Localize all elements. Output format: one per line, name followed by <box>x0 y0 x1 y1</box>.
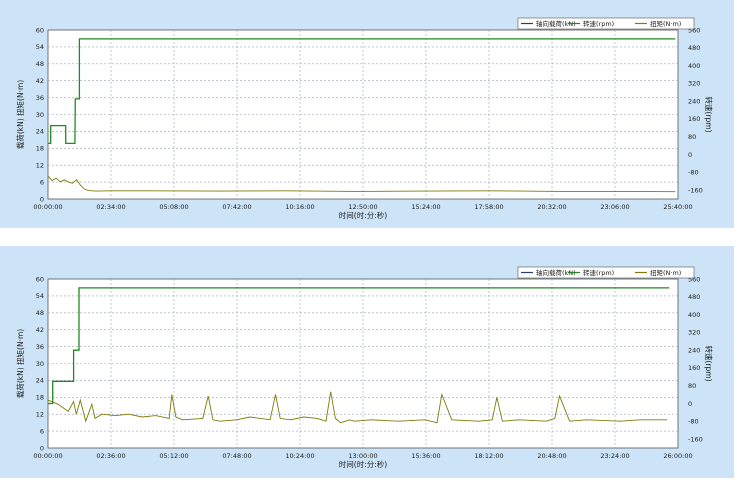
x-tick-label: 12:50:00 <box>348 203 377 211</box>
y2-tick-label: 0 <box>688 151 692 159</box>
y2-tick-label: 400 <box>688 62 700 70</box>
y2-tick-label: -80 <box>688 169 699 177</box>
x-tick-label: 20:32:00 <box>537 203 566 211</box>
y2-tick-label: 160 <box>688 364 700 372</box>
x-tick-label: 02:36:00 <box>96 452 125 460</box>
y-axis-label: 载荷(kN) 扭矩(N·m) <box>15 80 25 149</box>
x-tick-label: 18:12:00 <box>474 452 503 460</box>
y2-tick-label: 80 <box>688 133 696 141</box>
y-tick-label: 48 <box>36 309 44 317</box>
x-tick-label: 23:06:00 <box>600 203 629 211</box>
legend-label: 扭矩(N·m) <box>650 19 681 28</box>
y2-tick-label: 240 <box>688 346 700 354</box>
chart-panel-top: 0 6 12 18 24 30 36 42 48 54 60 00:00:00 02:34:00 05:0… <box>0 0 734 228</box>
y-tick-label: 60 <box>36 275 44 283</box>
legend: 轴向载荷(kN) 转速(rpm) 扭矩(N·m) <box>517 17 695 30</box>
x-tick-label: 13:00:00 <box>348 452 377 460</box>
y2-tick-label: 160 <box>688 115 700 123</box>
x-tick-label: 05:08:00 <box>159 203 188 211</box>
y-tick-label: 54 <box>36 43 44 51</box>
x-tick-label: 00:00:00 <box>33 452 62 460</box>
y2-tick-label: 320 <box>688 80 700 88</box>
y-tick-label: 24 <box>36 377 44 385</box>
y-tick-label: 60 <box>36 26 44 34</box>
chart-panel-bottom: 0 6 12 18 24 30 36 42 48 54 60 00:00:00 02:36:00 05:1… <box>0 246 734 478</box>
y-tick-label: 18 <box>36 145 44 153</box>
y2-tick-label: 400 <box>688 311 700 319</box>
x-tick-label: 15:36:00 <box>411 452 440 460</box>
y-tick-label: 6 <box>40 178 44 186</box>
y-tick-label: 30 <box>36 111 44 119</box>
y-tick-label: 54 <box>36 292 44 300</box>
x-axis-label: 时间(时:分:秒) <box>339 210 387 220</box>
x-axis-label: 时间(时:分:秒) <box>339 459 387 469</box>
x-tick-label: 26:00:00 <box>663 452 692 460</box>
x-tick-label: 10:16:00 <box>285 203 314 211</box>
legend: 轴向载荷(kN) 转速(rpm) 扭矩(N·m) <box>517 266 695 279</box>
legend-label: 转速(rpm) <box>583 19 614 28</box>
y2-tick-label: -80 <box>688 418 699 426</box>
y2-axis-label: 转速(rpm) <box>704 96 714 132</box>
y-tick-label: 6 <box>40 427 44 435</box>
y-tick-label: 36 <box>36 94 44 102</box>
x-tick-label: 25:40:00 <box>663 203 692 211</box>
y2-tick-label: -160 <box>688 186 703 194</box>
x-tick-label: 15:24:00 <box>411 203 440 211</box>
y-tick-label: 18 <box>36 394 44 402</box>
chart-top: 0 6 12 18 24 30 36 42 48 54 60 00:00:00 02:34:00 05:0… <box>15 17 714 220</box>
x-tick-label: 07:48:00 <box>222 452 251 460</box>
chart-bottom: 0 6 12 18 24 30 36 42 48 54 60 00:00:00 02:36:00 05:1… <box>15 266 714 469</box>
x-tick-label: 20:48:00 <box>537 452 566 460</box>
x-tick-label: 23:24:00 <box>600 452 629 460</box>
x-tick-label: 07:42:00 <box>222 203 251 211</box>
y-tick-label: 30 <box>36 360 44 368</box>
y-tick-label: 36 <box>36 343 44 351</box>
y-axis-label: 载荷(kN) 扭矩(N·m) <box>15 329 25 398</box>
y2-tick-label: 240 <box>688 97 700 105</box>
legend-label: 扭矩(N·m) <box>650 268 681 277</box>
x-tick-label: 00:00:00 <box>33 203 62 211</box>
y-tick-label: 24 <box>36 128 44 136</box>
y-tick-label: 12 <box>36 411 44 419</box>
y2-tick-label: 320 <box>688 329 700 337</box>
y2-tick-label: -160 <box>688 435 703 443</box>
y-tick-label: 42 <box>36 77 44 85</box>
x-tick-label: 17:58:00 <box>474 203 503 211</box>
y-tick-label: 12 <box>36 162 44 170</box>
x-tick-label: 05:12:00 <box>159 452 188 460</box>
legend-label: 转速(rpm) <box>583 268 614 277</box>
y2-tick-label: 0 <box>688 400 692 408</box>
y2-tick-label: 480 <box>688 293 700 301</box>
x-tick-label: 02:34:00 <box>96 203 125 211</box>
y-tick-label: 48 <box>36 60 44 68</box>
y2-tick-label: 80 <box>688 382 696 390</box>
y2-axis-label: 转速(rpm) <box>704 345 714 381</box>
y-tick-label: 42 <box>36 326 44 334</box>
x-tick-label: 10:24:00 <box>285 452 314 460</box>
y2-tick-label: 480 <box>688 44 700 52</box>
